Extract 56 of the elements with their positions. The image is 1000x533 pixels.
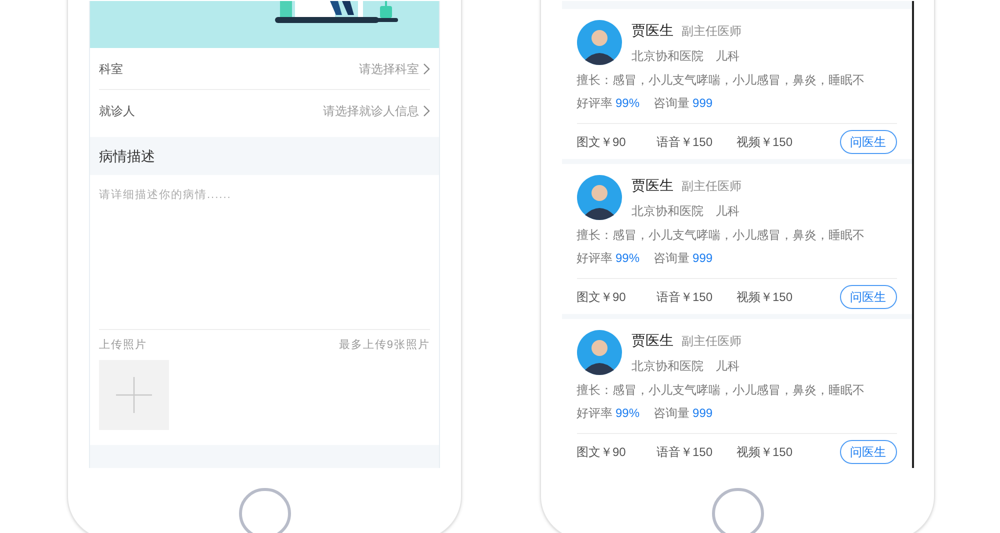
- doctor-name: 贾医生: [632, 331, 674, 350]
- consult-count-label: 咨询量: [654, 250, 690, 267]
- hospital-name: 北京协和医院: [632, 358, 704, 375]
- doctor-name: 贾医生: [632, 21, 674, 40]
- chevron-right-icon: [423, 105, 430, 117]
- rating-label: 好评率: [576, 405, 612, 422]
- price-label: 图文￥90: [576, 288, 627, 306]
- price-label: 视频￥150: [736, 134, 794, 150]
- price-label: 图文￥90: [576, 444, 627, 460]
- price-label: 语音￥150: [656, 444, 714, 460]
- ask-doctor-button[interactable]: 问医生: [840, 284, 896, 308]
- doctor-title: 副主任医师: [682, 178, 742, 195]
- ask-doctor-button[interactable]: 问医生: [840, 440, 896, 464]
- select-field[interactable]: 请选择就诊人信息: [323, 102, 430, 120]
- avatar: [576, 175, 622, 220]
- doctor-title: 副主任医师: [682, 333, 742, 350]
- rating-label: 好评率: [576, 250, 612, 267]
- section-title: 病情描述: [99, 146, 155, 166]
- rating-value: 99%: [616, 250, 640, 267]
- rating-value: 99%: [616, 405, 640, 422]
- plus-icon: [116, 376, 152, 412]
- ask-doctor-button[interactable]: 问医生: [840, 130, 896, 154]
- specialty-text: 擅长：感冒，小儿支气哮喘，小儿感冒，鼻炎，睡眠不: [576, 227, 866, 244]
- department: 儿科: [716, 203, 740, 220]
- home-button[interactable]: [712, 488, 764, 533]
- consult-count-value: 999: [692, 405, 713, 422]
- upload-label: 上传照片: [99, 338, 147, 353]
- description-field[interactable]: 请详细描述你的病情......: [99, 175, 430, 330]
- department: 儿科: [716, 358, 740, 375]
- price-label: 视频￥150: [736, 288, 794, 306]
- specialty-text: 擅长：感冒，小儿支气哮喘，小儿感冒，鼻炎，睡眠不: [576, 382, 866, 399]
- rating-value: 99%: [616, 95, 640, 112]
- doctor-title: 副主任医师: [682, 23, 742, 40]
- price-label: 语音￥150: [656, 288, 714, 306]
- avatar: [576, 20, 622, 65]
- hospital-name: 北京协和医院: [632, 203, 704, 220]
- upload-hint: 最多上传9张照片: [338, 338, 430, 353]
- field-label: 就诊人: [99, 103, 135, 120]
- department: 儿科: [716, 48, 740, 65]
- doctor-name: 贾医生: [632, 176, 674, 195]
- consult-count-label: 咨询量: [654, 95, 690, 112]
- specialty-text: 擅长：感冒，小儿支气哮喘，小儿感冒，鼻炎，睡眠不: [576, 72, 866, 89]
- home-button[interactable]: [238, 488, 290, 533]
- field-label: 科室: [99, 60, 123, 78]
- avatar: [576, 330, 622, 375]
- chevron-right-icon: [423, 62, 430, 74]
- consult-count-value: 999: [692, 250, 713, 267]
- hospital-name: 北京协和医院: [632, 48, 704, 65]
- select-field[interactable]: 请选择科室: [359, 60, 430, 78]
- consult-count-label: 咨询量: [654, 405, 690, 422]
- consult-count-value: 999: [692, 95, 713, 112]
- rating-label: 好评率: [576, 95, 612, 112]
- price-label: 视频￥150: [736, 444, 794, 460]
- add-photo-button[interactable]: [99, 360, 169, 430]
- price-label: 语音￥150: [656, 134, 714, 150]
- price-label: 图文￥90: [576, 134, 627, 150]
